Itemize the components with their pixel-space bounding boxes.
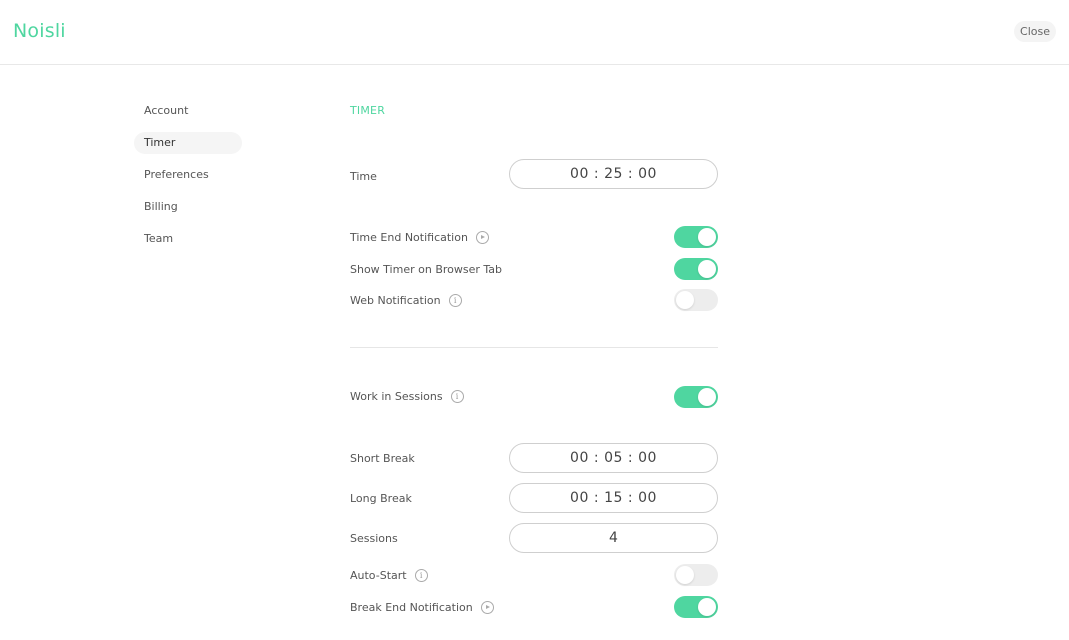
- logo: Noisli: [13, 20, 66, 42]
- time-separator: :: [593, 166, 600, 182]
- play-icon[interactable]: [475, 230, 489, 244]
- settings-page: Noisli Close Account Timer Preferences B…: [0, 0, 1069, 640]
- header: Noisli Close: [0, 0, 1069, 65]
- info-icon[interactable]: [450, 389, 464, 403]
- time-label-text: Time: [350, 169, 377, 183]
- show-timer-tab-label: Show Timer on Browser Tab: [350, 261, 502, 277]
- long-break-text: Long Break: [350, 491, 412, 505]
- time-hours[interactable]: 00: [570, 166, 589, 182]
- long-break-seconds[interactable]: 00: [638, 490, 657, 506]
- time-separator: :: [627, 166, 634, 182]
- time-end-notification-label: Time End Notification: [350, 229, 489, 245]
- show-timer-tab-text: Show Timer on Browser Tab: [350, 262, 503, 276]
- time-separator: :: [627, 490, 634, 506]
- web-notification-text: Web Notification: [350, 293, 441, 307]
- toggle-knob: [698, 598, 716, 616]
- time-seconds[interactable]: 00: [638, 166, 657, 182]
- short-break-seconds[interactable]: 00: [638, 450, 657, 466]
- sidebar-item-team[interactable]: Team: [134, 228, 242, 250]
- sidebar-item-billing[interactable]: Billing: [134, 196, 242, 218]
- info-icon[interactable]: [414, 568, 428, 582]
- web-notification-toggle[interactable]: [674, 289, 718, 311]
- long-break-minutes[interactable]: 15: [604, 490, 623, 506]
- info-icon[interactable]: [448, 293, 462, 307]
- toggle-knob: [676, 566, 694, 584]
- auto-start-label: Auto-Start: [350, 567, 428, 583]
- show-timer-tab-toggle[interactable]: [674, 258, 718, 280]
- time-minutes[interactable]: 25: [604, 166, 623, 182]
- short-break-hours[interactable]: 00: [570, 450, 589, 466]
- sessions-input[interactable]: 4: [509, 523, 718, 553]
- toggle-knob: [676, 291, 694, 309]
- time-separator: :: [593, 450, 600, 466]
- long-break-hours[interactable]: 00: [570, 490, 589, 506]
- web-notification-label: Web Notification: [350, 292, 462, 308]
- divider: [350, 347, 718, 348]
- short-break-text: Short Break: [350, 451, 415, 465]
- time-label: Time: [350, 168, 377, 184]
- toggle-knob: [698, 388, 716, 406]
- short-break-input[interactable]: 00 : 05 : 00: [509, 443, 718, 473]
- sessions-label: Sessions: [350, 530, 398, 546]
- work-in-sessions-text: Work in Sessions: [350, 389, 443, 403]
- break-end-notification-label: Break End Notification: [350, 599, 494, 615]
- toggle-knob: [698, 260, 716, 278]
- time-end-notification-text: Time End Notification: [350, 230, 468, 244]
- work-in-sessions-toggle[interactable]: [674, 386, 718, 408]
- close-button[interactable]: Close: [1014, 21, 1056, 42]
- short-break-minutes[interactable]: 05: [604, 450, 623, 466]
- time-input[interactable]: 00 : 25 : 00: [509, 159, 718, 189]
- time-separator: :: [627, 450, 634, 466]
- break-end-notification-text: Break End Notification: [350, 600, 473, 614]
- sessions-text: Sessions: [350, 531, 398, 545]
- break-end-notification-toggle[interactable]: [674, 596, 718, 618]
- section-title: TIMER: [350, 104, 386, 117]
- short-break-label: Short Break: [350, 450, 415, 466]
- auto-start-toggle[interactable]: [674, 564, 718, 586]
- play-icon[interactable]: [480, 600, 494, 614]
- sidebar-item-account[interactable]: Account: [134, 100, 242, 122]
- long-break-label: Long Break: [350, 490, 412, 506]
- time-end-notification-toggle[interactable]: [674, 226, 718, 248]
- sidebar-item-preferences[interactable]: Preferences: [134, 164, 242, 186]
- long-break-input[interactable]: 00 : 15 : 00: [509, 483, 718, 513]
- work-in-sessions-label: Work in Sessions: [350, 388, 464, 404]
- auto-start-text: Auto-Start: [350, 568, 407, 582]
- time-separator: :: [593, 490, 600, 506]
- toggle-knob: [698, 228, 716, 246]
- sidebar-item-timer[interactable]: Timer: [134, 132, 242, 154]
